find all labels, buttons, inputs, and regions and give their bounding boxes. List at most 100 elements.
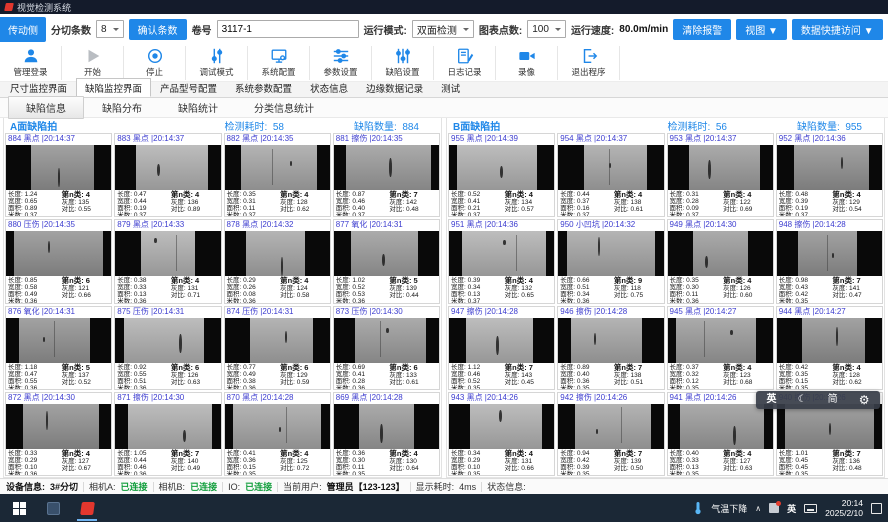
defect-cell-954[interactable]: 954 黑点 |20:14:37长度: 0.44宽度: 0.37面积: 0.16… [557, 133, 664, 217]
view-menu-button[interactable]: 视图 ▼ [736, 19, 787, 40]
tab-main-3[interactable]: 系统参数配置 [226, 78, 301, 97]
lang-english-button[interactable]: 英 [767, 391, 777, 409]
defect-cell-952[interactable]: 952 黑点 |20:14:36长度: 0.48宽度: 0.39面积: 0.19… [776, 133, 883, 217]
tab-main-4[interactable]: 状态信息 [301, 78, 357, 97]
defect-metric-wid: 宽度: 0.44 [117, 198, 169, 205]
tray-expand-icon[interactable]: ∧ [755, 504, 761, 513]
defect-cell-945[interactable]: 945 黑点 |20:14:27长度: 0.37宽度: 0.32面积: 0.12… [667, 306, 774, 390]
taskbar-app-icon[interactable] [36, 494, 70, 522]
defect-metric-wid: 宽度: 0.47 [8, 371, 60, 378]
defect-cell-955[interactable]: 955 黑点 |20:14:39长度: 0.52宽度: 0.41面积: 0.21… [448, 133, 555, 217]
defect-cell-878[interactable]: 878 黑点 |20:14:32长度: 0.29宽度: 0.26面积: 0.08… [224, 219, 331, 303]
tab-sub-2[interactable]: 缺陷统计 [160, 96, 236, 119]
roll-number-input[interactable] [217, 20, 359, 38]
keyboard-icon[interactable] [804, 504, 817, 513]
defect-cell-947[interactable]: 947 擦伤 |20:14:28长度: 1.12宽度: 0.46面积: 0.52… [448, 306, 555, 390]
defect-cell-header: 950 小凹坑 |20:14:32 [558, 220, 663, 231]
defect-cell-942[interactable]: 942 擦伤 |20:14:26长度: 0.94宽度: 0.42面积: 0.39… [557, 392, 664, 476]
defect-cell-949[interactable]: 949 黑点 |20:14:30长度: 0.35宽度: 0.30面积: 0.11… [667, 219, 774, 303]
moon-icon[interactable]: ☾ [798, 391, 807, 409]
tab-main-6[interactable]: 测试 [432, 78, 469, 97]
action-log-button[interactable]: 日志记录 [434, 46, 496, 80]
taskbar-app-icon-active[interactable] [70, 494, 104, 522]
defect-cell-953[interactable]: 953 黑点 |20:14:37长度: 0.31宽度: 0.28面积: 0.09… [667, 133, 774, 217]
action-debug-sliders-button[interactable]: 调试模式 [186, 46, 248, 80]
app-window: { "window": {"title": "视觉检测系统"}, "toolba… [0, 0, 888, 522]
defect-image [334, 145, 439, 190]
tab-sub-0[interactable]: 缺陷信息 [8, 96, 84, 119]
defect-cell-874[interactable]: 874 压伤 |20:14:31长度: 0.77宽度: 0.49面积: 0.38… [224, 306, 331, 390]
action-exit-button[interactable]: 退出程序 [558, 46, 620, 80]
data-quick-access-button[interactable]: 数据快捷访问 ▼ [792, 19, 883, 40]
defect-class: 第n类: 4 [171, 191, 219, 199]
defect-cell-879[interactable]: 879 黑点 |20:14:33长度: 0.38宽度: 0.33面积: 0.13… [114, 219, 221, 303]
defect-cell-header: 873 压伤 |20:14:30 [334, 307, 439, 318]
lang-simplified-button[interactable]: 简 [828, 391, 838, 409]
camera-a-label: 相机A: [89, 480, 116, 493]
tab-sub-1[interactable]: 缺陷分布 [84, 96, 160, 119]
defect-cell-944[interactable]: 944 黑点 |20:14:27长度: 0.42宽度: 0.35面积: 0.15… [776, 306, 883, 390]
defect-metric-meter: 米数: 0.36 [117, 471, 169, 475]
run-mode-label: 运行模式: [364, 22, 407, 37]
defect-cell-884[interactable]: 884 黑点 |20:14:37长度: 1.24宽度: 0.65面积: 0.89… [5, 133, 112, 217]
tab-main-1[interactable]: 缺陷监控界面 [76, 78, 151, 97]
confirm-count-button[interactable]: 确认条数 [129, 19, 187, 40]
defect-cell-880[interactable]: 880 压伤 |20:14:35长度: 0.85宽度: 0.58面积: 0.49… [5, 219, 112, 303]
action-defect-settings-button[interactable]: 缺陷设置 [372, 46, 434, 80]
defect-metric-wid: 宽度: 0.31 [227, 198, 279, 205]
taskbar: 气温下降 ∧ 英 20:14 2025/2/10 [0, 494, 888, 522]
windows-start-icon[interactable] [2, 494, 36, 522]
defect-metric-area: 面积: 0.10 [8, 464, 60, 471]
defect-image [777, 145, 882, 190]
tab-main-5[interactable]: 边缘数据记录 [357, 78, 432, 97]
action-camera-button[interactable]: 录像 [496, 46, 558, 80]
ime-notification-icon[interactable] [769, 503, 779, 513]
defect-contrast: 对比: 0.58 [280, 292, 328, 299]
system-tray: 气温下降 ∧ 英 20:14 2025/2/10 [693, 498, 886, 518]
clear-alarm-button[interactable]: 清除报警 [673, 19, 731, 40]
tab-sub-3[interactable]: 分类信息统计 [236, 96, 332, 119]
defect-cell-876[interactable]: 876 氧化 |20:14:31长度: 1.18宽度: 0.47面积: 0.55… [5, 306, 112, 390]
tray-language-indicator[interactable]: 英 [787, 502, 796, 515]
defect-cell-871[interactable]: 871 擦伤 |20:14:30长度: 1.05宽度: 0.44面积: 0.46… [114, 392, 221, 476]
defect-class: 第n类: 4 [832, 191, 880, 199]
defect-cell-872[interactable]: 872 黑点 |20:14:30长度: 0.33宽度: 0.29面积: 0.10… [5, 392, 112, 476]
defect-cell-948[interactable]: 948 擦伤 |20:14:28长度: 0.98宽度: 0.43面积: 0.42… [776, 219, 883, 303]
defect-metric-len: 长度: 0.87 [336, 191, 388, 198]
action-system-config-button[interactable]: 系统配置 [248, 46, 310, 80]
tab-main-2[interactable]: 产品型号配置 [151, 78, 226, 97]
action-stop-button[interactable]: 停止 [124, 46, 186, 80]
thermometer-icon[interactable] [693, 501, 703, 515]
action-center-icon[interactable] [871, 503, 882, 514]
taskbar-clock[interactable]: 20:14 2025/2/10 [825, 498, 863, 518]
defect-cell-869[interactable]: 869 黑点 |20:14:28长度: 0.36宽度: 0.30面积: 0.11… [333, 392, 440, 476]
defect-cell-info: 长度: 0.35宽度: 0.31面积: 0.11米数: 0.37第n类: 4灰度… [225, 190, 330, 216]
defect-cell-951[interactable]: 951 黑点 |20:14:36长度: 0.39宽度: 0.34面积: 0.13… [448, 219, 555, 303]
weather-text[interactable]: 气温下降 [711, 502, 747, 515]
defect-contrast: 对比: 0.63 [171, 379, 219, 386]
action-user-button[interactable]: 管理登录 [0, 46, 62, 80]
defect-cell-943[interactable]: 943 黑点 |20:14:26长度: 0.34宽度: 0.29面积: 0.10… [448, 392, 555, 476]
tab-main-0[interactable]: 尺寸监控界面 [1, 78, 76, 97]
defect-cell-881[interactable]: 881 擦伤 |20:14:35长度: 0.87宽度: 0.46面积: 0.40… [333, 133, 440, 217]
defect-cell-946[interactable]: 946 擦伤 |20:14:28长度: 0.89宽度: 0.40面积: 0.36… [557, 306, 664, 390]
defect-cell-883[interactable]: 883 黑点 |20:14:37长度: 0.47宽度: 0.44面积: 0.19… [114, 133, 221, 217]
action-param-sliders-button[interactable]: 参数设置 [310, 46, 372, 80]
defect-cell-877[interactable]: 877 氧化 |20:14:31长度: 1.02宽度: 0.52面积: 0.53… [333, 219, 440, 303]
defect-cell-882[interactable]: 882 黑点 |20:14:35长度: 0.35宽度: 0.31面积: 0.11… [224, 133, 331, 217]
drive-side-button[interactable]: 传动侧 [0, 17, 46, 42]
defect-cell-873[interactable]: 873 压伤 |20:14:30长度: 0.69宽度: 0.41面积: 0.28… [333, 306, 440, 390]
gear-icon[interactable]: ⚙ [859, 391, 870, 409]
defect-cell-870[interactable]: 870 黑点 |20:14:28长度: 0.41宽度: 0.36面积: 0.15… [224, 392, 331, 476]
defect-cell-875[interactable]: 875 压伤 |20:14:31长度: 0.92宽度: 0.55面积: 0.51… [114, 306, 221, 390]
defect-cell-info: 长度: 0.87宽度: 0.46面积: 0.40米数: 0.37第n类: 7灰度… [334, 190, 439, 216]
defect-metric-len: 长度: 0.92 [117, 364, 169, 371]
slit-count-select[interactable]: 8 [96, 20, 124, 38]
run-mode-select[interactable]: 双面检测 [412, 20, 474, 38]
defect-cell-950[interactable]: 950 小凹坑 |20:14:32长度: 0.66宽度: 0.51面积: 0.3… [557, 219, 664, 303]
defect-cell-info: 长度: 0.36宽度: 0.30面积: 0.11米数: 0.35第n类: 4灰度… [334, 449, 439, 475]
defect-contrast: 对比: 0.62 [280, 206, 328, 213]
action-play-button[interactable]: 开始 [62, 46, 124, 80]
chart-points-select[interactable]: 100 [527, 20, 566, 38]
defect-class: 第n类: 4 [723, 364, 771, 372]
